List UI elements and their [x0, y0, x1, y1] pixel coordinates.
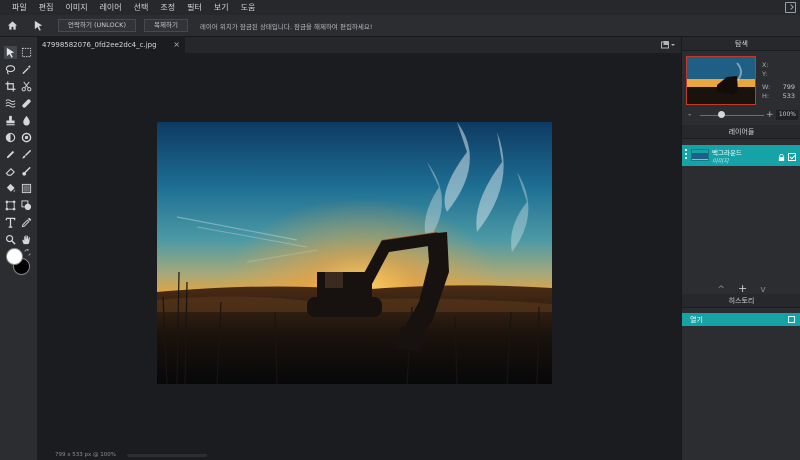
magic-wand-icon[interactable]	[20, 63, 33, 76]
menu-view[interactable]: 보기	[208, 0, 235, 15]
zoom-control: - + 100%	[682, 109, 800, 121]
drop-icon[interactable]	[20, 114, 33, 127]
zoom-in-button[interactable]: +	[766, 109, 774, 121]
layer-row[interactable]: 백그라운드 이미지	[682, 145, 800, 166]
drag-handle-icon[interactable]	[685, 149, 687, 161]
close-tab-icon[interactable]: ×	[173, 40, 180, 49]
right-panels: 탐색 X: Y: W: 799 H: 533 - + 100% 레이어들 백그라…	[681, 37, 800, 460]
navigator-header[interactable]: 탐색	[682, 37, 800, 51]
expand-panel-icon[interactable]	[785, 2, 796, 13]
document-icon	[788, 316, 795, 323]
menu-image[interactable]: 이미지	[59, 0, 93, 15]
wave-icon[interactable]	[4, 97, 17, 110]
navigator-thumbnail[interactable]	[686, 56, 756, 105]
stamp-icon[interactable]	[4, 114, 17, 127]
shape-select-icon[interactable]	[4, 199, 17, 212]
swap-colors-icon[interactable]	[24, 249, 31, 256]
menu-filter[interactable]: 필터	[181, 0, 208, 15]
brush-icon[interactable]	[20, 148, 33, 161]
hand-icon[interactable]	[20, 233, 33, 246]
nav-w-label: W:	[762, 83, 771, 91]
shapes-icon[interactable]	[20, 199, 33, 212]
move-arrow-icon[interactable]	[4, 46, 17, 59]
lock-icon[interactable]	[778, 154, 785, 161]
nav-y-label: Y:	[762, 70, 768, 78]
paint-bucket-icon[interactable]	[4, 182, 17, 195]
nav-h-value: 533	[782, 92, 795, 100]
options-bar: 언락하기 (UNLOCK) 복제하기 레이어 위치가 잠금된 상태입니다. 잠금…	[0, 15, 800, 37]
document-tabs: 47998582076_0fd2ee2dc4_c.jpg ×	[37, 37, 681, 53]
layer-type: 이미지	[712, 158, 729, 165]
document-tab-title: 47998582076_0fd2ee2dc4_c.jpg	[42, 41, 157, 49]
layer-actions: ^ + v	[682, 277, 800, 296]
zoom-out-button[interactable]: -	[688, 109, 691, 121]
zoom-tool-icon[interactable]	[4, 233, 17, 246]
layout-icon[interactable]	[661, 41, 675, 49]
zoom-value-field[interactable]: 100%	[776, 110, 798, 120]
document-area: 47998582076_0fd2ee2dc4_c.jpg × 799 x 533…	[37, 37, 681, 460]
canvas-image[interactable]	[157, 122, 552, 384]
menu-select[interactable]: 선택	[128, 0, 155, 15]
nav-h-label: H:	[762, 92, 770, 100]
history-item-label: 열기	[690, 316, 703, 324]
nav-x-label: X:	[762, 61, 769, 69]
menu-layer[interactable]: 레이어	[94, 0, 128, 15]
layer-thumbnail-image	[692, 153, 708, 160]
nav-w-value: 799	[782, 83, 795, 91]
menu-file[interactable]: 파일	[0, 0, 33, 15]
eyedropper-icon[interactable]	[20, 216, 33, 229]
scissors-icon[interactable]	[20, 80, 33, 93]
navigator-preview	[687, 57, 755, 104]
bandage-icon[interactable]	[20, 97, 33, 110]
gradient-icon[interactable]	[20, 182, 33, 195]
horizontal-scrollbar[interactable]	[127, 454, 207, 457]
history-item[interactable]: 열기	[682, 313, 800, 326]
sponge-icon[interactable]	[20, 131, 33, 144]
document-tab[interactable]: 47998582076_0fd2ee2dc4_c.jpg ×	[37, 37, 185, 53]
move-tool-icon[interactable]	[32, 20, 44, 32]
status-text: 799 x 533 px @ 100%	[55, 452, 116, 458]
menu-help[interactable]: 도움	[235, 0, 262, 15]
lasso-icon[interactable]	[4, 63, 17, 76]
crop-icon[interactable]	[4, 80, 17, 93]
marquee-icon[interactable]	[20, 46, 33, 59]
layer-thumbnail	[691, 149, 709, 161]
foreground-color-swatch[interactable]	[6, 248, 23, 265]
dodge-icon[interactable]	[4, 131, 17, 144]
duplicate-button[interactable]: 복제하기	[144, 19, 188, 32]
tools-panel	[0, 37, 37, 460]
menu-edit[interactable]: 편집	[33, 0, 60, 15]
lock-message: 레이어 위치가 잠금된 상태입니다. 잠금을 해제하여 편집하세요!	[199, 22, 373, 31]
zoom-slider-track[interactable]	[700, 115, 764, 116]
menu-adjust[interactable]: 조정	[154, 0, 181, 15]
smudge-icon[interactable]	[20, 165, 33, 178]
unlock-button[interactable]: 언락하기 (UNLOCK)	[58, 19, 136, 32]
layers-header[interactable]: 레이어들	[682, 125, 800, 139]
home-icon[interactable]	[6, 20, 18, 32]
history-header[interactable]: 히스토리	[682, 294, 800, 308]
menu-bar: 파일 편집 이미지 레이어 선택 조정 필터 보기 도움	[0, 0, 800, 15]
pencil-icon[interactable]	[4, 148, 17, 161]
excavator-sunset-photo	[157, 122, 552, 384]
text-tool-icon[interactable]	[4, 216, 17, 229]
zoom-slider-handle[interactable]	[718, 111, 725, 118]
eraser-icon[interactable]	[4, 165, 17, 178]
layer-visibility-checkbox[interactable]	[788, 153, 796, 161]
